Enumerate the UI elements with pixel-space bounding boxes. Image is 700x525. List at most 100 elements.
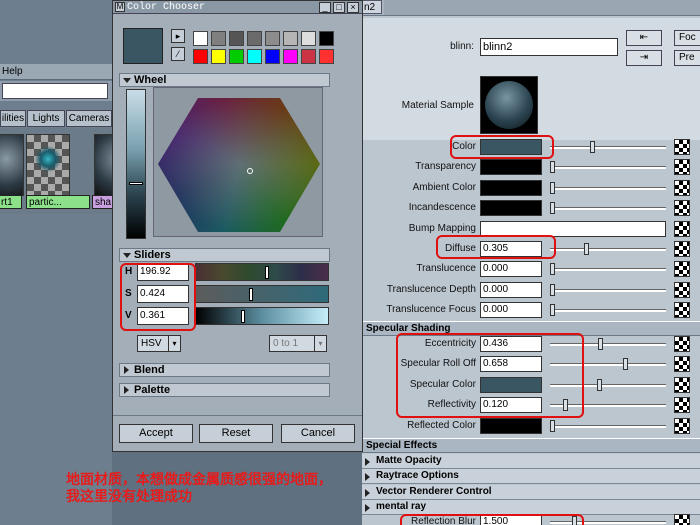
slider-thumb[interactable] [241, 310, 245, 323]
palette-swatch[interactable] [193, 31, 208, 46]
cancel-button[interactable]: Cancel [281, 424, 355, 443]
attr-color-swatch[interactable] [480, 200, 542, 217]
palette-swatch[interactable] [229, 49, 244, 64]
slider-thumb[interactable] [550, 263, 555, 276]
palette-swatch[interactable] [247, 31, 262, 46]
material-swatch-sphere[interactable] [0, 134, 24, 196]
map-button[interactable] [674, 241, 690, 257]
map-button[interactable] [674, 356, 690, 373]
map-button[interactable] [674, 397, 690, 414]
map-button[interactable] [674, 179, 690, 196]
attr-value-field[interactable]: 0.000 [480, 261, 542, 278]
map-button[interactable] [674, 261, 690, 278]
palette-swatch[interactable] [301, 31, 316, 46]
hsv-gradient-slider[interactable] [195, 263, 329, 281]
attr-color-swatch[interactable] [480, 159, 542, 176]
node-name-field[interactable]: blinn2 [480, 38, 618, 56]
slider-thumb[interactable] [550, 181, 555, 194]
section-vector-renderer-control[interactable]: Vector Renderer Control [362, 485, 700, 500]
map-button[interactable] [674, 220, 690, 237]
palette-swatch[interactable] [247, 49, 262, 64]
attr-value-field[interactable]: 0.000 [480, 281, 542, 298]
maximize-button[interactable]: □ [333, 2, 345, 13]
wheel-section-header[interactable]: Wheel [119, 73, 330, 87]
slider-thumb[interactable] [623, 358, 628, 371]
attr-slider[interactable] [550, 419, 666, 432]
attr-slider[interactable] [550, 202, 666, 215]
attr-slider[interactable] [550, 263, 666, 276]
map-button[interactable] [674, 514, 690, 525]
accept-button[interactable]: Accept [119, 424, 193, 443]
input-connection-button[interactable]: ⇤ [626, 30, 662, 46]
map-button[interactable] [674, 302, 690, 319]
attr-slider[interactable] [550, 283, 666, 296]
slider-thumb[interactable] [249, 288, 253, 301]
palette-swatch[interactable] [319, 31, 334, 46]
menu-help[interactable]: Help [2, 66, 23, 77]
blend-section-header[interactable]: Blend [119, 363, 330, 377]
map-button[interactable] [674, 336, 690, 352]
hsv-gradient-slider[interactable] [195, 307, 329, 325]
slider-thumb[interactable] [550, 161, 555, 174]
attr-color-swatch[interactable] [480, 417, 542, 434]
attr-slider[interactable] [550, 243, 666, 255]
attr-slider[interactable] [550, 304, 666, 317]
palette-swatch[interactable] [319, 49, 334, 64]
map-button[interactable] [674, 417, 690, 434]
expand-arrow-button[interactable]: ▸ [171, 29, 185, 43]
presets-button[interactable]: Pre [674, 50, 700, 66]
palette-swatch[interactable] [211, 31, 226, 46]
slider-thumb[interactable] [598, 338, 603, 350]
map-button[interactable] [674, 281, 690, 298]
palette-swatch[interactable] [283, 49, 298, 64]
mode-select[interactable]: HSV ▾ [137, 335, 181, 352]
palette-section-header[interactable]: Palette [119, 383, 330, 397]
palette-swatch[interactable] [283, 31, 298, 46]
focus-button[interactable]: Foc [674, 30, 700, 46]
attr-slider[interactable] [550, 181, 666, 194]
tab-lights[interactable]: Lights [27, 110, 65, 127]
value-slider-thumb[interactable] [129, 182, 143, 185]
color-hexagon[interactable] [154, 88, 324, 238]
map-button[interactable] [674, 159, 690, 176]
value-slider-bar[interactable] [126, 89, 146, 239]
palette-swatch[interactable] [301, 49, 316, 64]
range-select[interactable]: 0 to 1 ▾ [269, 335, 327, 352]
ae-tab[interactable]: n2 [362, 0, 382, 14]
particle-swatch[interactable] [26, 134, 70, 196]
slider-thumb[interactable] [590, 141, 595, 153]
palette-swatch[interactable] [265, 31, 280, 46]
section-matte-opacity[interactable]: Matte Opacity [362, 454, 700, 469]
slider-thumb[interactable] [550, 419, 555, 432]
map-button[interactable] [674, 139, 690, 155]
eyedropper-button[interactable]: ⁄ [171, 47, 185, 61]
attr-color-swatch[interactable] [480, 179, 542, 196]
window-menu-icon[interactable]: M [115, 2, 125, 12]
tab-utilities[interactable]: ilities [0, 110, 26, 127]
close-button[interactable]: × [347, 2, 359, 13]
slider-thumb[interactable] [550, 304, 555, 317]
palette-swatch[interactable] [229, 31, 244, 46]
slider-thumb[interactable] [265, 266, 269, 279]
attr-slider[interactable] [550, 141, 666, 153]
reset-button[interactable]: Reset [199, 424, 273, 443]
tab-cameras[interactable]: Cameras [66, 110, 112, 127]
output-connection-button[interactable]: ⇥ [626, 50, 662, 66]
section-special-effects[interactable]: Special Effects [362, 438, 700, 453]
slider-thumb[interactable] [550, 202, 555, 215]
sliders-section-header[interactable]: Sliders [119, 248, 330, 262]
map-button[interactable] [674, 200, 690, 217]
slider-thumb[interactable] [584, 243, 589, 255]
attr-slider[interactable] [550, 161, 666, 174]
color-wheel-area[interactable] [153, 87, 323, 237]
slider-thumb[interactable] [597, 378, 602, 391]
map-button[interactable] [674, 376, 690, 393]
minimize-button[interactable]: _ [319, 2, 331, 13]
palette-swatch[interactable] [211, 49, 226, 64]
attr-value-field[interactable]: 0.000 [480, 302, 542, 319]
palette-swatch[interactable] [265, 49, 280, 64]
palette-swatch[interactable] [193, 49, 208, 64]
slider-thumb[interactable] [550, 283, 555, 296]
color-chooser-titlebar[interactable]: M Color Chooser _ □ × [113, 1, 362, 14]
hypershade-search-input[interactable] [2, 83, 108, 99]
